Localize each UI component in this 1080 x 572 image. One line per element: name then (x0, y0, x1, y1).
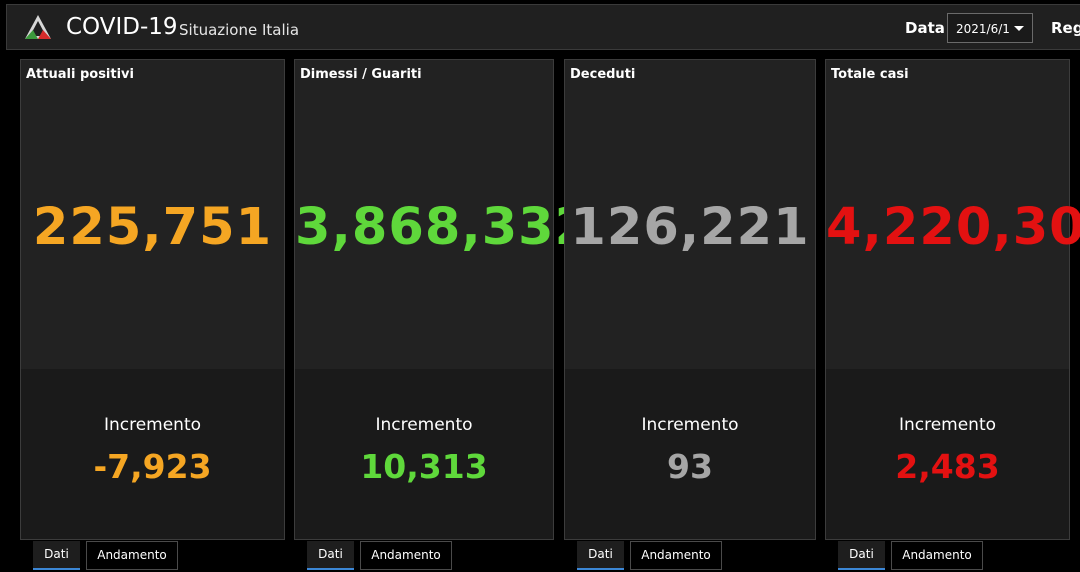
panel-increment-section: Incremento 10,313 (295, 369, 553, 539)
tab-dati[interactable]: Dati (307, 541, 354, 570)
panel-total-section: Deceduti 126,221 (565, 60, 815, 369)
increment-label: Incremento (103, 415, 202, 435)
tab-dati[interactable]: Dati (577, 541, 624, 570)
date-select[interactable]: 2021/6/1 (947, 13, 1033, 43)
region-label: Reg (1051, 19, 1080, 37)
tab-andamento[interactable]: Andamento (891, 541, 983, 570)
panel-total-value: 4,220,304 (826, 198, 1080, 257)
panel-totale-casi: Totale casi 4,220,304 Incremento 2,483 (825, 59, 1080, 540)
chevron-down-icon (1014, 26, 1024, 31)
panel-title: Attuali positivi (26, 67, 134, 82)
panel-total-value: 3,868,332 (295, 198, 592, 257)
panel-dimessi-guariti: Dimessi / Guariti 3,868,332 Incremento 1… (294, 59, 592, 540)
panel-increment-section: Incremento 2,483 (826, 369, 1069, 539)
tab-dati[interactable]: Dati (838, 541, 885, 570)
panel-deceduti: Deceduti 126,221 Incremento 93 (564, 59, 816, 540)
tab-dati[interactable]: Dati (33, 541, 80, 570)
tab-andamento[interactable]: Andamento (630, 541, 722, 570)
panel-total-value: 126,221 (570, 198, 810, 257)
panel-total-section: Dimessi / Guariti 3,868,332 (295, 60, 592, 369)
tab-andamento[interactable]: Andamento (86, 541, 178, 570)
panel-total-value: 225,751 (32, 198, 273, 257)
app-subtitle: Situazione Italia (179, 21, 300, 39)
panel-title: Deceduti (570, 67, 636, 82)
increment-label: Incremento (898, 415, 997, 435)
date-select-value: 2021/6/1 (956, 22, 1010, 36)
header-bar: COVID-19 Situazione Italia Data 2021/6/1… (6, 4, 1080, 50)
panel-total-section: Totale casi 4,220,304 (826, 60, 1080, 369)
panel-increment-section: Incremento -7,923 (21, 369, 284, 539)
panel-attuali-positivi: Attuali positivi 225,751 Incremento -7,9… (20, 59, 285, 540)
date-label: Data (905, 19, 945, 37)
panel-increment-section: Incremento 93 (565, 369, 815, 539)
app-title: COVID-19 (66, 14, 178, 40)
panel-total-section: Attuali positivi 225,751 (21, 60, 284, 369)
panel-title: Totale casi (831, 67, 909, 82)
increment-value: 2,483 (895, 447, 1000, 486)
increment-label: Incremento (641, 415, 739, 435)
increment-value: 93 (667, 447, 713, 486)
tab-andamento[interactable]: Andamento (360, 541, 452, 570)
protezione-civile-logo-icon (25, 15, 51, 39)
increment-label: Incremento (375, 415, 473, 435)
increment-value: -7,923 (93, 447, 212, 486)
panel-title: Dimessi / Guariti (300, 67, 422, 82)
increment-value: 10,313 (360, 447, 488, 486)
